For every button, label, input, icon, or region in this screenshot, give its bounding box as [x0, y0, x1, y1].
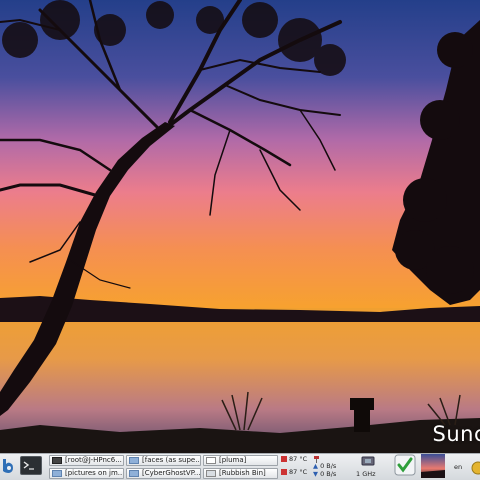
checkmark-icon: [394, 454, 416, 480]
task-button-terminal-root[interactable]: [root@J-HPnc6...: [49, 455, 124, 466]
workspace-switcher[interactable]: [420, 455, 446, 480]
power-tray-button[interactable]: [470, 459, 480, 480]
browser-launcher[interactable]: [0, 457, 16, 478]
cpu-temperature-1[interactable]: 87 °C: [281, 455, 307, 463]
keyboard-layout-indicator[interactable]: en: [454, 463, 462, 471]
folder-icon: [129, 470, 139, 477]
workspace-thumbnail-icon: [421, 454, 445, 482]
cpu-frequency-monitor[interactable]: [358, 456, 378, 468]
terminal-window-icon: [52, 457, 62, 464]
cpu-chip-icon: [361, 460, 375, 468]
task-button-cyberghost[interactable]: [CyberGhostVP...: [126, 468, 201, 479]
power-icon: [470, 460, 480, 480]
thermometer-icon: [281, 456, 287, 462]
text-editor-icon: [206, 457, 216, 464]
wallpaper-caption: Sunc: [433, 422, 480, 446]
arrow-down-icon: ▼: [313, 470, 318, 478]
cpu-temperature-2[interactable]: 87 °C: [281, 468, 307, 476]
trash-icon: [206, 470, 216, 477]
desktop-wallpaper: Sunc: [0, 0, 480, 453]
network-download-rate: ▼ 0 B/s: [313, 470, 336, 478]
folder-icon: [52, 470, 62, 477]
task-button-pluma[interactable]: [pluma]: [203, 455, 278, 466]
terminal-icon: [20, 456, 42, 479]
arrow-up-icon: ▲: [313, 462, 318, 470]
task-button-pictures[interactable]: [pictures on jm...: [49, 468, 124, 479]
network-upload-rate: ▲ 0 B/s: [313, 462, 336, 470]
sunset-lake-photo: [0, 0, 480, 453]
task-button-rubbish-bin[interactable]: [Rubbish Bin]: [203, 468, 278, 479]
folder-icon: [129, 457, 139, 464]
thermometer-icon: [281, 469, 287, 475]
bottom-panel: [root@J-HPnc6... [faces (as supe... [plu…: [0, 453, 480, 480]
task-button-faces[interactable]: [faces (as supe...: [126, 455, 201, 466]
terminal-launcher[interactable]: [19, 457, 43, 478]
cpu-frequency-label: 1 GHz: [356, 470, 376, 478]
browser-icon: [1, 458, 15, 478]
software-updates-button[interactable]: [394, 456, 416, 477]
